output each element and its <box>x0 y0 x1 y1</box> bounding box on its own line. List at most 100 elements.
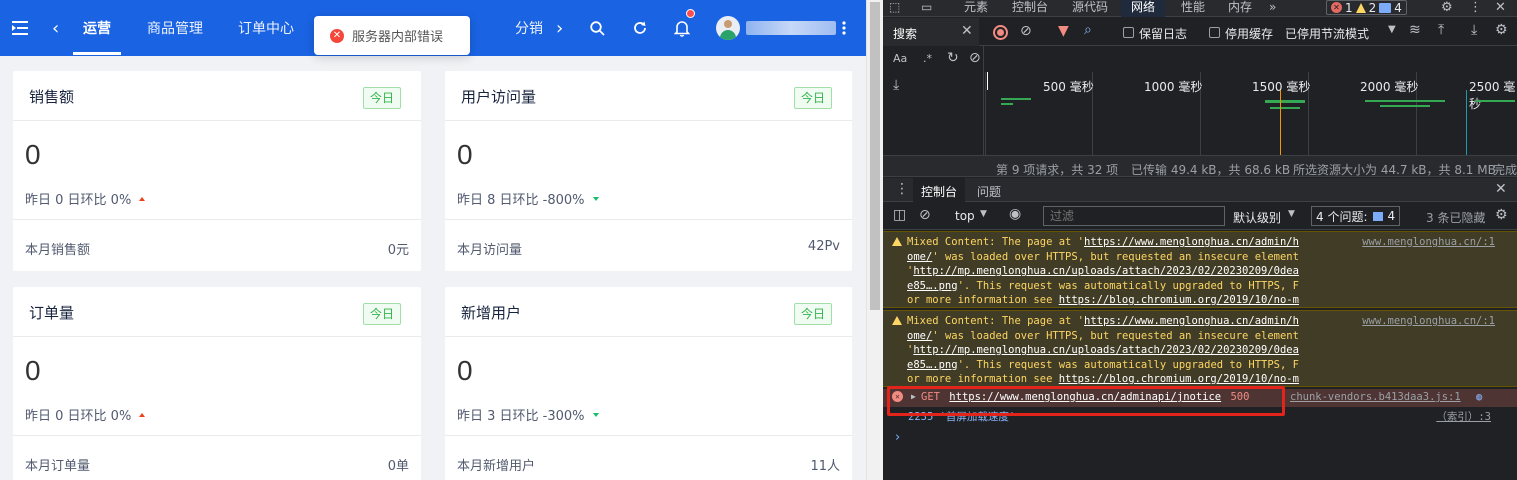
tab-performance[interactable]: 性能 <box>1181 0 1205 14</box>
match-case-icon[interactable]: Aa <box>893 52 907 65</box>
nav-scroll-right-icon[interactable]: › <box>556 0 563 56</box>
menu-toggle-button[interactable] <box>12 0 28 56</box>
disable-cache-checkbox[interactable] <box>1209 27 1220 38</box>
console-prompt-icon[interactable]: › <box>895 430 900 445</box>
live-expression-eye-icon[interactable]: ◉ <box>1009 206 1021 222</box>
menu-fold-icon <box>12 21 28 35</box>
error-count-icon: ✕ <box>1331 2 1342 13</box>
trend-down-icon <box>592 412 599 417</box>
card-footer-value: 42Pv <box>807 239 840 254</box>
close-drawer-icon[interactable]: ✕ <box>1495 181 1507 197</box>
user-menu[interactable] <box>716 0 836 56</box>
regex-icon[interactable]: .* <box>923 52 932 65</box>
settings-icon[interactable]: ⚙ <box>1441 0 1453 15</box>
throttling-select[interactable]: 已停用节流模式 <box>1285 25 1369 42</box>
active-tab-underline <box>73 52 121 55</box>
preserve-log-checkbox[interactable] <box>1123 27 1134 38</box>
username-redacted <box>746 21 836 35</box>
divider <box>13 219 421 220</box>
tab-memory[interactable]: 内存 <box>1228 0 1252 14</box>
refresh-button[interactable] <box>632 0 648 56</box>
clear-icon[interactable]: ⊘ <box>1020 23 1032 39</box>
drawer-menu-icon[interactable]: ⋮ <box>895 181 909 197</box>
log-source-link[interactable]: （索引）:3 <box>1436 410 1491 425</box>
nav-scroll-left-icon[interactable]: ‹ <box>52 0 59 56</box>
console-warning-message: Mixed Content: The page at 'https://www.… <box>883 310 1517 400</box>
issue-counts[interactable]: ✕ 1 2 4 <box>1326 0 1407 15</box>
drawer-tab-bar: ⋮ 控制台 问题 ✕ <box>883 178 1517 202</box>
import-har-icon[interactable]: ⤒ <box>1438 22 1444 38</box>
drawer-tab-issues[interactable]: 问题 <box>977 183 1001 200</box>
download-icon[interactable]: ⤓ <box>893 77 899 93</box>
card-footer-label: 本月销售额 <box>25 243 91 258</box>
network-overview-timeline[interactable]: 500 毫秒 1000 毫秒 1500 毫秒 2000 毫秒 2500 毫秒 <box>985 72 1517 155</box>
console-filter-input[interactable] <box>1043 206 1225 226</box>
error-source-link[interactable]: chunk-vendors.b413daa3.js:1 <box>1290 390 1461 405</box>
console-sidebar-icon[interactable]: ◫ <box>893 207 906 223</box>
filter-icon[interactable]: ▼ <box>1058 23 1069 39</box>
tab-sources[interactable]: 源代码 <box>1072 0 1108 14</box>
refresh-search-icon[interactable]: ↻ <box>947 50 959 66</box>
close-devtools-icon[interactable]: ✕ <box>1495 0 1506 15</box>
network-request-icon[interactable]: ◍ <box>1476 390 1482 405</box>
issues-button[interactable]: 4 个问题: 4 <box>1311 206 1401 226</box>
card-value: 0 <box>457 139 473 170</box>
resources-size: 所选资源大小为 44.7 kB，共 8.1 MB <box>1293 163 1496 177</box>
card-title: 新增用户 <box>461 304 522 322</box>
disable-cache-label: 停用缓存 <box>1225 27 1274 41</box>
finish-time: 完成 <box>1493 163 1517 177</box>
record-network-icon[interactable] <box>993 25 1008 40</box>
message-source-link[interactable]: www.menglonghua.cn/:1 <box>1362 314 1495 329</box>
page-scrollbar[interactable] <box>866 0 883 480</box>
bell-icon <box>674 21 690 37</box>
export-har-icon[interactable]: ⤓ <box>1471 22 1477 38</box>
chevron-down-icon[interactable]: ▼ <box>980 209 987 219</box>
nav-tab-orders[interactable]: 订单中心 <box>238 0 294 56</box>
search-button[interactable] <box>590 0 605 56</box>
nav-tab-operations[interactable]: 运营 <box>83 0 111 56</box>
warning-icon <box>892 237 902 246</box>
nav-tab-distribution[interactable]: 分销 <box>515 0 543 56</box>
more-tabs-icon[interactable]: » <box>1269 0 1276 14</box>
divider <box>13 435 421 436</box>
drawer-tab-console[interactable]: 控制台 <box>913 178 966 202</box>
timeline-label: 1500 毫秒 <box>1252 80 1311 94</box>
clear-search-icon[interactable]: ⊘ <box>969 50 981 66</box>
tab-console[interactable]: 控制台 <box>1012 0 1048 14</box>
timeline-label: 500 毫秒 <box>1043 80 1094 94</box>
notification-button[interactable] <box>674 0 695 56</box>
stat-card-new-users: 新增用户 今日 0 昨日 3 日环比 -300% 本月新增用户 11人 <box>445 287 852 480</box>
request-count: 第 9 项请求，共 32 项 <box>996 163 1119 177</box>
inspect-element-icon[interactable]: ⬚ <box>889 0 900 14</box>
chevron-down-icon[interactable]: ▼ <box>1288 209 1295 219</box>
stat-card-orders: 订单量 今日 0 昨日 0 日环比 0% 本月订单量 0单 <box>13 287 421 480</box>
network-settings-icon[interactable]: ⚙ <box>1495 22 1508 38</box>
scrollbar-thumb[interactable] <box>870 2 880 310</box>
tab-network[interactable]: 网络 <box>1121 0 1166 17</box>
customize-menu-icon[interactable]: ⋮ <box>1469 0 1482 15</box>
console-settings-icon[interactable]: ⚙ <box>1495 207 1508 223</box>
device-toolbar-icon[interactable]: ▭ <box>921 0 932 14</box>
context-select[interactable]: top <box>955 209 975 223</box>
issue-icon <box>1372 211 1383 221</box>
card-value: 0 <box>25 139 41 170</box>
load-marker <box>1466 90 1467 155</box>
nav-tab-products[interactable]: 商品管理 <box>147 0 203 56</box>
search-panel-tab[interactable]: 搜索 ✕ <box>883 18 979 46</box>
divider <box>445 435 852 436</box>
error-circle-icon: ✕ <box>330 28 344 43</box>
close-search-icon[interactable]: ✕ <box>961 23 973 39</box>
console-toolbar: ◫ ⊘ top ▼ ◉ 默认级别 ▼ 4 个问题: 4 3 条已隐藏 ⚙ <box>883 202 1517 230</box>
more-button[interactable] <box>842 0 846 56</box>
search-network-icon[interactable]: ⌕ <box>1084 22 1092 38</box>
chevron-down-icon[interactable]: ▼ <box>1388 24 1396 35</box>
network-summary-bar: 第 9 项请求，共 32 项 已传输 49.4 kB，共 68.6 kB 所选资… <box>883 155 1517 177</box>
tab-elements[interactable]: 元素 <box>964 0 988 14</box>
log-level-select[interactable]: 默认级别 <box>1233 209 1281 226</box>
network-conditions-icon[interactable]: ≋ <box>1409 22 1421 38</box>
card-footer-value: 11人 <box>810 459 840 474</box>
card-compare-text: 昨日 0 日环比 0% <box>25 409 132 424</box>
message-source-link[interactable]: www.menglonghua.cn/:1 <box>1362 235 1495 250</box>
warning-icon <box>892 316 902 325</box>
clear-console-icon[interactable]: ⊘ <box>919 207 931 223</box>
